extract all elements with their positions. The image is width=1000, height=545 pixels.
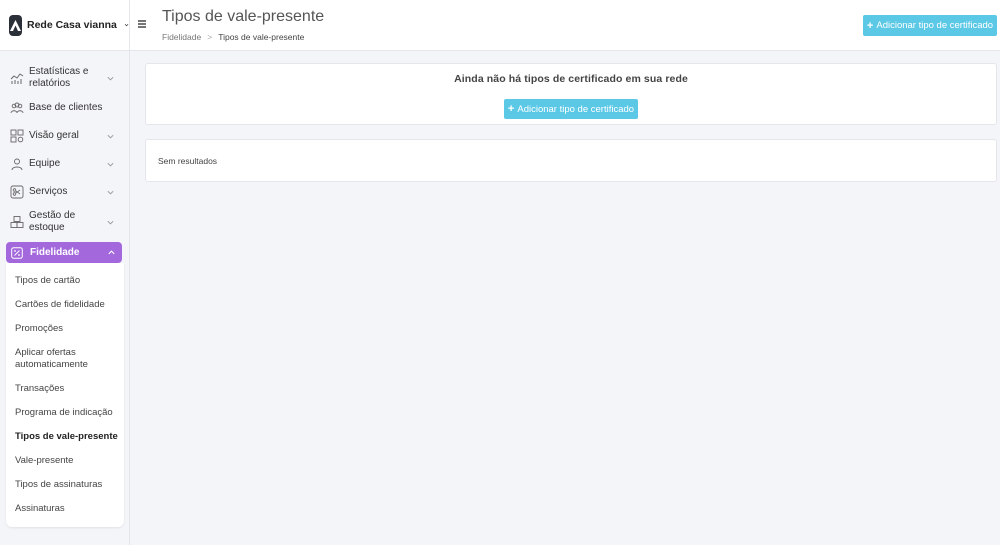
sidebar-item-label: Estatísticas e relatórios [29,66,89,89]
chevron-down-icon [107,220,114,224]
submenu-item-transacoes[interactable]: Transações [15,377,124,401]
scissors-icon [10,185,24,199]
submenu-item-cartoes-fidelidade[interactable]: Cartões de fidelidade [15,293,124,317]
submenu-item-promocoes[interactable]: Promoções [15,317,124,341]
sidebar-item-estatisticas[interactable]: Estatísticas e relatórios [0,62,123,94]
submenu-item-assinaturas[interactable]: Assinaturas [15,497,124,521]
percent-icon [11,246,23,259]
sidebar-item-label: Equipe [29,158,61,169]
sidebar-item-gestao-estoque[interactable]: Gestão de estoque [0,206,123,238]
chart-icon [10,73,24,84]
no-results-text: Sem resultados [158,156,218,166]
page-title: Tipos de vale-presente [162,8,325,25]
sidebar-item-label: Base de clientes [29,102,103,113]
chevron-down-icon [107,190,114,194]
add-certificate-type-button[interactable]: + Adicionar tipo de certificado [863,15,997,36]
sidebar: Rede Casa vianna Estatísticas e relatóri… [0,0,130,545]
breadcrumb: Fidelidade > Tipos de vale-presente [162,32,304,42]
menu-icon[interactable] [137,19,147,29]
user-icon [11,158,23,171]
submenu-item-programa-indicacao[interactable]: Programa de indicação [15,401,124,425]
button-label: Adicionar tipo de certificado [517,103,635,115]
chevron-up-icon [108,250,115,255]
chevron-down-icon [107,134,114,138]
users-icon [10,102,24,114]
sidebar-item-servicos[interactable]: Serviços [0,178,123,206]
sidebar-item-label: Gestão de estoque [29,210,76,233]
sidebar-item-visao-geral[interactable]: Visão geral [0,122,123,150]
brand-switcher[interactable]: Rede Casa vianna [0,0,129,51]
breadcrumb-separator: > [207,32,213,42]
submenu-item-tipos-vale-presente[interactable]: Tipos de vale-presente [15,425,124,449]
button-label: Adicionar tipo de certificado [876,20,994,31]
add-certificate-type-button-empty[interactable]: + Adicionar tipo de certificado [504,99,638,119]
brand-logo-icon [9,14,22,36]
empty-state-title: Ainda não há tipos de certificado em sua… [454,73,688,85]
sidebar-item-label: Fidelidade [30,247,80,258]
fidelidade-submenu: Tipos de cartão Cartões de fidelidade Pr… [6,263,124,527]
submenu-item-tipos-assinaturas[interactable]: Tipos de assinaturas [15,473,124,497]
submenu-item-tipos-cartao[interactable]: Tipos de cartão [15,269,124,293]
sidebar-item-label: Visão geral [29,130,79,141]
sidebar-item-equipe[interactable]: Equipe [0,150,123,178]
breadcrumb-link[interactable]: Fidelidade [162,32,201,42]
breadcrumb-current: Tipos de vale-presente [218,32,305,42]
chevron-down-icon [107,76,114,80]
empty-state-card: Ainda não há tipos de certificado em sua… [145,63,997,125]
sidebar-item-base-clientes[interactable]: Base de clientes [0,94,123,122]
grid-icon [10,129,24,143]
page-header: Tipos de vale-presente Fidelidade > Tipo… [130,0,1000,51]
plus-icon: + [866,19,874,32]
submenu-item-aplicar-ofertas[interactable]: Aplicar ofertas automaticamente [15,341,124,377]
plus-icon: + [507,103,515,115]
chevron-down-icon [124,23,129,27]
boxes-icon [10,216,24,228]
brand-name: Rede Casa vianna [27,19,117,31]
sidebar-item-label: Serviços [29,186,68,197]
sidebar-nav: Estatísticas e relatórios Base de client… [0,51,129,527]
chevron-down-icon [107,162,114,166]
sidebar-item-fidelidade[interactable]: Fidelidade [6,242,122,263]
submenu-item-vale-presente[interactable]: Vale-presente [15,449,124,473]
results-card: Sem resultados [145,139,997,182]
